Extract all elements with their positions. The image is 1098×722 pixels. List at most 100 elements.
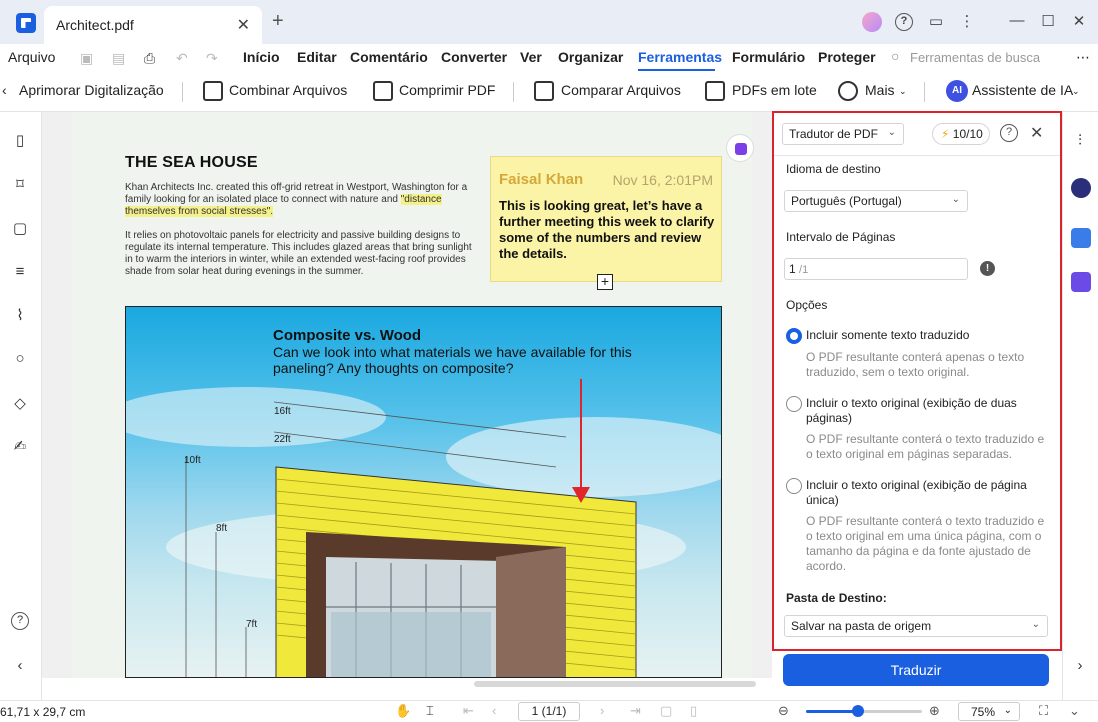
menu-comentario[interactable]: Comentário [350, 49, 428, 65]
note-anchor-icon[interactable]: + [597, 274, 613, 290]
ai-robot-icon[interactable] [1071, 178, 1091, 198]
chevron-down-icon: ⌄ [899, 86, 907, 96]
left-sidebar: ▯ ⌑ ▢ ≡ ⌇ ○ ◇ ✍ ? ‹ [0, 112, 42, 700]
annotation-title: Composite vs. Wood [273, 327, 422, 344]
prev-page-icon[interactable]: ‹ [492, 703, 496, 718]
document-title: THE SEA HOUSE [125, 154, 258, 171]
save-as-icon[interactable]: ▤ [112, 50, 125, 67]
help-icon[interactable]: ? [895, 13, 913, 31]
right-sidebar: ⫶ › [1062, 112, 1098, 700]
dimension-label: 7ft [246, 619, 258, 630]
sticky-note[interactable]: Faisal Khan Nov 16, 2:01PM This is looki… [490, 156, 722, 282]
first-page-icon[interactable]: ⇤ [463, 703, 474, 719]
sticky-note-text: This is looking great, let’s have a furt… [499, 198, 715, 261]
zoom-level-select[interactable]: 75% ⌄ [958, 702, 1020, 721]
zoom-slider-handle[interactable] [852, 705, 865, 717]
tab-close-icon[interactable]: ✕ [237, 15, 250, 35]
next-page-icon[interactable]: › [600, 703, 604, 718]
help-icon[interactable]: ? [11, 612, 29, 630]
enhance-scan-button[interactable]: Aprimorar Digitalização [19, 82, 164, 98]
save-icon[interactable]: ▣ [80, 50, 93, 67]
feedback-icon[interactable]: ▭ [925, 12, 947, 30]
compress-pdf-icon [373, 81, 393, 101]
status-bar: 61,71 x 29,7 cm ✋ ⌶ ⇤ ‹ 1 (1/1) › ⇥ ▢ ▯ … [0, 700, 1098, 722]
properties-sliders-icon[interactable]: ⫶ [1071, 132, 1089, 150]
fit-page-icon[interactable]: ▢ [660, 703, 672, 719]
chevron-down-icon: ⌄ [1003, 705, 1012, 716]
zoom-slider[interactable] [806, 705, 922, 717]
menu-ver[interactable]: Ver [520, 49, 542, 65]
more-tools-button[interactable]: Mais [865, 82, 895, 98]
horizontal-scrollbar[interactable] [474, 681, 756, 687]
combine-files-icon [203, 81, 223, 101]
menu-organizar[interactable]: Organizar [558, 49, 623, 65]
task-check-icon[interactable] [1071, 272, 1091, 292]
annotation-text: Can we look into what materials we have … [273, 344, 632, 376]
combine-files-button[interactable]: Combinar Arquivos [229, 82, 347, 98]
batch-pdf-icon [705, 81, 725, 101]
panel-highlight-frame [772, 111, 1062, 651]
more-vertical-icon[interactable]: ⋮ [956, 12, 978, 30]
ai-assistant-button[interactable]: Assistente de IA [972, 82, 1073, 98]
window-close-icon[interactable]: ✕ [1068, 12, 1090, 30]
zoom-level-value: 75% [971, 705, 996, 719]
layers-list-icon[interactable]: ≡ [11, 263, 29, 281]
signature-icon[interactable]: ✍ [11, 438, 29, 456]
menu-editar[interactable]: Editar [297, 49, 337, 65]
bookmark-icon[interactable]: ⌑ [11, 176, 29, 194]
undo-icon[interactable]: ↶ [176, 50, 188, 67]
document-viewer[interactable]: THE SEA HOUSE Khan Architects Inc. creat… [42, 112, 772, 678]
floating-ai-button[interactable] [726, 134, 754, 162]
collapse-left-icon[interactable]: ‹ [11, 657, 29, 675]
page-thumbnail-icon[interactable]: ▯ [11, 132, 29, 150]
last-page-icon[interactable]: ⇥ [630, 703, 641, 719]
search-icon[interactable]: ○ [11, 350, 29, 368]
menu-more-icon[interactable]: ⋯ [1076, 49, 1090, 66]
tab-title: Architect.pdf [56, 17, 134, 33]
maximize-icon[interactable]: ☐ [1037, 12, 1059, 30]
translate-icon[interactable] [1071, 228, 1091, 248]
compare-files-button[interactable]: Comparar Arquivos [561, 82, 681, 98]
collapse-statusbar-icon[interactable]: ⌄ [1069, 703, 1080, 719]
zoom-in-icon[interactable]: ⊕ [929, 703, 940, 719]
user-avatar[interactable] [862, 12, 882, 32]
single-page-icon[interactable]: ▯ [690, 703, 697, 719]
translate-button[interactable]: Traduzir [783, 654, 1049, 686]
comment-icon[interactable]: ▢ [11, 220, 29, 238]
toolbar-divider [924, 82, 925, 102]
hand-tool-icon[interactable]: ✋ [395, 703, 411, 719]
scroll-left-icon[interactable]: ‹ [2, 82, 7, 98]
menu-converter[interactable]: Converter [441, 49, 507, 65]
dimension-label: 22ft [274, 434, 291, 445]
print-icon[interactable]: ⎙ [144, 50, 155, 67]
menu-file[interactable]: Arquivo [8, 49, 55, 65]
menu-formulario[interactable]: Formulário [732, 49, 805, 65]
chevron-down-icon: ⌄ [1072, 86, 1080, 96]
page-indicator[interactable]: 1 (1/1) [518, 702, 580, 721]
search-icon: ○ [891, 48, 900, 64]
layers-icon[interactable]: ◇ [11, 395, 29, 413]
zoom-slider-fill [806, 710, 859, 713]
attachment-icon[interactable]: ⌇ [11, 307, 29, 325]
tools-toolbar: ‹ Aprimorar Digitalização Combinar Arqui… [0, 72, 1098, 112]
fullscreen-icon[interactable]: ⛶ [1039, 703, 1048, 719]
dimension-label: 16ft [274, 406, 291, 417]
pdf-page: THE SEA HOUSE Khan Architects Inc. creat… [72, 112, 752, 678]
zoom-out-icon[interactable]: ⊖ [778, 703, 789, 719]
redo-icon[interactable]: ↷ [206, 50, 218, 67]
menu-ferramentas[interactable]: Ferramentas [638, 49, 722, 65]
tools-search-input[interactable]: Ferramentas de busca [910, 50, 1040, 65]
compress-pdf-button[interactable]: Comprimir PDF [399, 82, 495, 98]
toolbar-divider [513, 82, 514, 102]
select-tool-icon[interactable]: ⌶ [426, 703, 434, 719]
menu-inicio[interactable]: Início [243, 49, 280, 65]
title-bar: Architect.pdf ✕ + ? ▭ ⋮ — ☐ ✕ [0, 0, 1098, 44]
batch-pdf-button[interactable]: PDFs em lote [732, 82, 817, 98]
new-tab-icon[interactable]: + [272, 11, 284, 31]
expand-right-icon[interactable]: › [1071, 657, 1089, 675]
minimize-icon[interactable]: — [1006, 12, 1028, 29]
document-tab[interactable]: Architect.pdf ✕ [44, 6, 262, 44]
menu-proteger[interactable]: Proteger [818, 49, 876, 65]
app-logo-icon [16, 13, 36, 33]
compare-files-icon [534, 81, 554, 101]
